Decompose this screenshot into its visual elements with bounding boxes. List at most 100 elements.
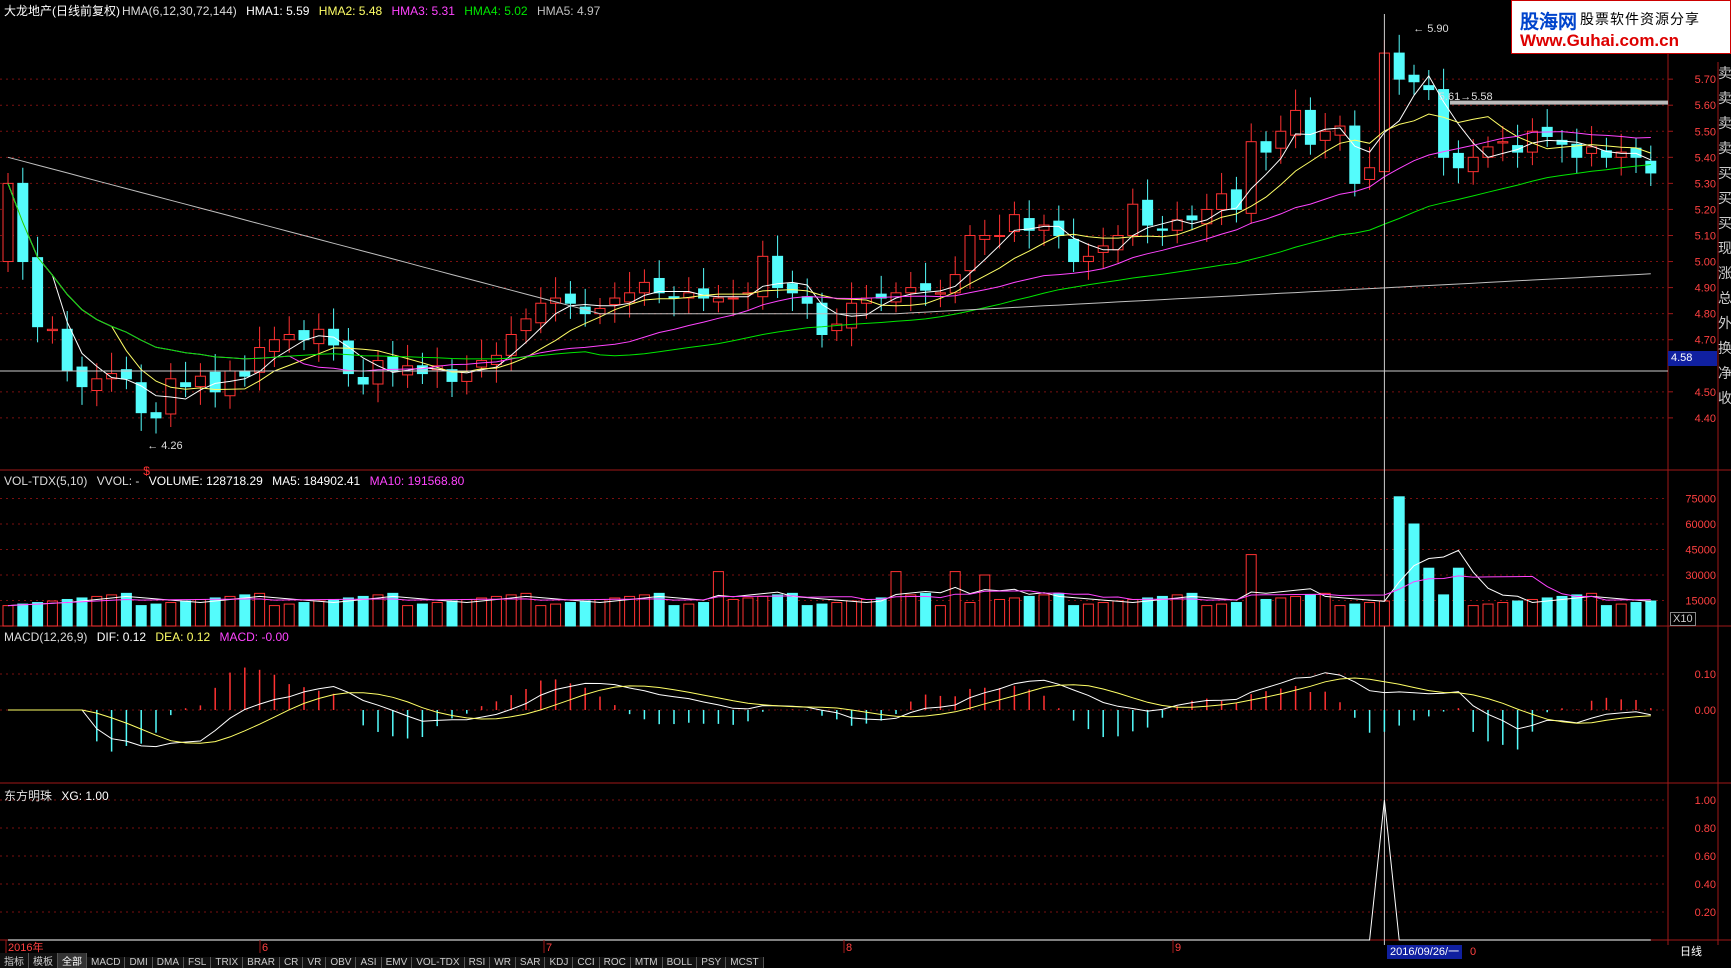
volume-bar bbox=[535, 605, 547, 627]
indicator-tab[interactable]: KDJ bbox=[545, 957, 574, 968]
volume-bar bbox=[964, 602, 976, 627]
indicator-tab[interactable]: OBV bbox=[326, 957, 357, 968]
current-price-tag: 4.58 bbox=[1668, 351, 1717, 366]
candle-body bbox=[609, 297, 621, 306]
price-axis-label: 5.50 bbox=[1695, 126, 1716, 138]
volume-bar bbox=[920, 592, 932, 627]
macd-axis-label: 0.00 bbox=[1695, 705, 1716, 717]
indicator-tab[interactable]: RSI bbox=[464, 957, 491, 968]
xg-axis-label: 0.20 bbox=[1695, 907, 1716, 919]
volume-bar bbox=[1541, 597, 1553, 627]
indicator-tab[interactable]: WR bbox=[490, 957, 516, 968]
indicator-tab[interactable]: 指标 bbox=[0, 953, 29, 968]
indicator-tab[interactable]: VR bbox=[303, 957, 327, 968]
indicator-tab[interactable]: 模板 bbox=[29, 953, 58, 968]
indicator-tab[interactable]: ASI bbox=[356, 957, 382, 968]
volume-bar bbox=[150, 603, 162, 627]
candle-body bbox=[535, 302, 547, 324]
volume-bar bbox=[520, 592, 532, 627]
candle-body bbox=[1038, 224, 1050, 231]
time-axis-label: 2016年 bbox=[8, 940, 43, 954]
vol-ma10-value: MA10: 191568.80 bbox=[369, 474, 465, 488]
side-quote-char: 涨 bbox=[1718, 266, 1731, 282]
volume-bar bbox=[1393, 496, 1405, 627]
indicator-tab[interactable]: MTM bbox=[630, 957, 663, 968]
volume-bar bbox=[727, 598, 739, 627]
candle-body bbox=[920, 283, 932, 291]
volume-bar bbox=[1127, 598, 1139, 627]
candle-body bbox=[1275, 130, 1287, 149]
period-label: 日线 bbox=[1680, 944, 1702, 958]
indicator-tab[interactable]: PSY bbox=[697, 957, 727, 968]
volume-bar bbox=[1275, 597, 1287, 627]
candle-body bbox=[298, 330, 310, 341]
candle-body bbox=[1230, 189, 1242, 210]
indicator-tab[interactable]: ROC bbox=[599, 957, 631, 968]
indicator-tab[interactable]: CR bbox=[279, 957, 304, 968]
volume-bars-group bbox=[2, 496, 1657, 627]
indicator-tab[interactable]: BOLL bbox=[662, 957, 698, 968]
price-panel-header: 大龙地产(日线前复权) HMA(6,12,30,72,144) HMA1: 5.5… bbox=[4, 2, 606, 19]
indicator-tab[interactable]: DMA bbox=[152, 957, 185, 968]
indicator-tab[interactable]: TRIX bbox=[211, 957, 244, 968]
dea-line bbox=[8, 677, 1651, 744]
volume-bar bbox=[579, 600, 591, 627]
hma4-value: HMA4: 5.02 bbox=[464, 4, 528, 18]
candle-body bbox=[283, 334, 295, 341]
volume-bar bbox=[120, 592, 132, 627]
candle-body bbox=[2, 182, 14, 263]
volume-bar bbox=[905, 594, 917, 627]
volume-bar bbox=[1156, 595, 1168, 627]
price-axis-label: 5.10 bbox=[1695, 230, 1716, 242]
hma5-value: HMA5: 4.97 bbox=[536, 4, 601, 18]
volume-bar bbox=[609, 597, 621, 627]
volume-bar bbox=[949, 571, 961, 627]
volume-bar bbox=[831, 602, 843, 627]
side-quote-char: 卖 bbox=[1718, 141, 1731, 157]
vvol-value: VVOL: - bbox=[96, 474, 140, 488]
indicator-tab[interactable]: EMV bbox=[381, 957, 413, 968]
indicator-tab[interactable]: BRAR bbox=[243, 957, 280, 968]
indicator-tab[interactable]: 全部 bbox=[58, 953, 87, 968]
candle-body bbox=[1290, 109, 1302, 136]
volume-bar bbox=[254, 592, 266, 627]
volume-axis-label: 30000 bbox=[1685, 570, 1716, 582]
candle-body bbox=[1068, 238, 1080, 263]
volume-bar bbox=[194, 598, 206, 627]
volume-bar bbox=[46, 600, 58, 627]
candle-body bbox=[342, 340, 354, 375]
volume-bar bbox=[1053, 592, 1065, 627]
price-axis-label: 5.60 bbox=[1695, 100, 1716, 112]
side-quote-char: 总 bbox=[1718, 291, 1731, 307]
indicator-tab[interactable]: DMI bbox=[125, 957, 153, 968]
candle-body bbox=[520, 318, 532, 332]
candle-body bbox=[357, 376, 369, 385]
candle-body bbox=[698, 288, 710, 299]
indicator-tab[interactable]: MCST bbox=[726, 957, 764, 968]
indicator-tab[interactable]: CCI bbox=[573, 957, 600, 968]
volume-bar bbox=[461, 598, 473, 627]
volume-bar bbox=[1216, 603, 1228, 627]
indicator-tab[interactable]: FSL bbox=[184, 957, 212, 968]
side-quote-char: 外 bbox=[1718, 316, 1731, 332]
side-quote-char: 卖 bbox=[1718, 116, 1731, 132]
volume-bar bbox=[1230, 602, 1242, 627]
candle-body bbox=[180, 382, 192, 388]
indicator-tab[interactable]: SAR bbox=[515, 957, 546, 968]
price-axis-label: 5.30 bbox=[1695, 178, 1716, 190]
candle-body bbox=[46, 328, 58, 332]
xg-value: XG: 1.00 bbox=[61, 789, 109, 803]
candle-body bbox=[476, 360, 488, 368]
volume-bar bbox=[1038, 594, 1050, 627]
candle-body bbox=[1082, 255, 1094, 263]
candle-body bbox=[668, 296, 680, 299]
volume-bar bbox=[1319, 592, 1331, 627]
candle-body bbox=[653, 277, 665, 294]
volume-bar bbox=[135, 605, 147, 627]
volume-bar bbox=[816, 603, 828, 627]
indicator-tab[interactable]: VOL-TDX bbox=[412, 957, 465, 968]
volume-bar bbox=[1600, 605, 1612, 627]
indicator-tab[interactable]: MACD bbox=[87, 957, 126, 968]
side-quote-char: 买 bbox=[1718, 191, 1731, 207]
guhai-logo: 股海网 股票软件资源分享 Www.Guhai.com.cn bbox=[1511, 0, 1731, 54]
